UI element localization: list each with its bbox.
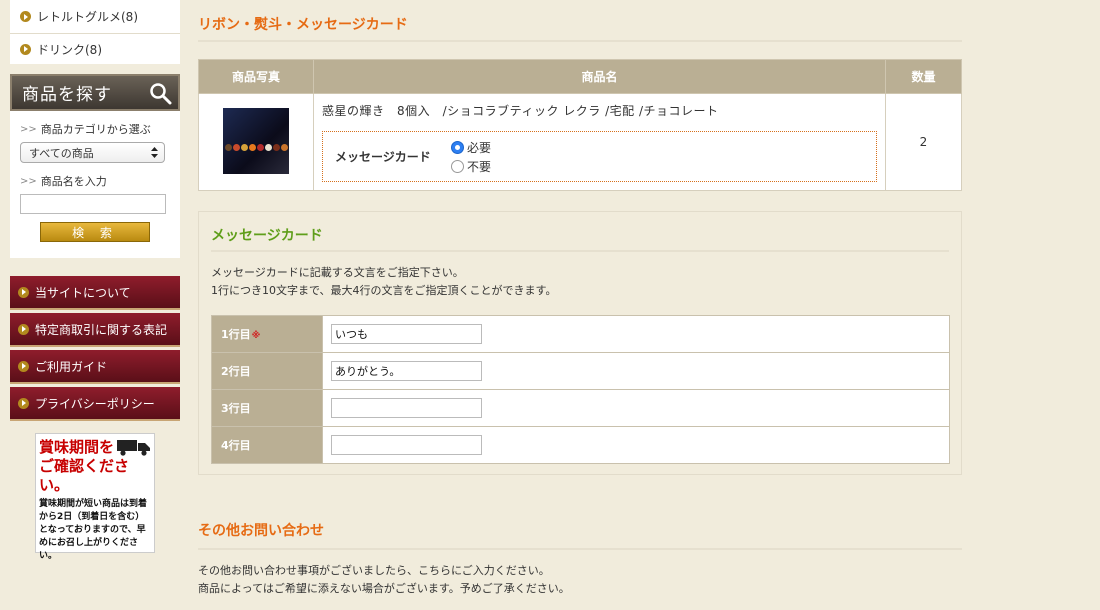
- nav-item-privacy[interactable]: プライバシーポリシー: [10, 387, 180, 421]
- line-2-label: 2行目: [211, 352, 323, 390]
- line-2-cell: [322, 352, 950, 390]
- bullet-arrow-icon: [20, 11, 31, 22]
- line-1-label: 1行目※: [211, 315, 323, 353]
- required-mark: ※: [251, 331, 261, 341]
- product-photo-cell: [198, 93, 314, 191]
- table-row: 1行目※: [211, 315, 950, 353]
- bullet-arrow-icon: [18, 286, 29, 298]
- bullet-arrow-icon: [18, 323, 29, 335]
- message-lines-table: 1行目※ 2行目 3行目 4行目: [211, 315, 950, 464]
- category-select-label: >> 商品カテゴリから選ぶ: [20, 123, 151, 136]
- sidebar: レトルトグルメ(8) ドリンク(8) 商品を探す >> 商品カテゴリから選ぶ す…: [10, 0, 180, 561]
- product-table: 商品写真 商品名 数量 惑星の輝き 8個入 /ショコラブティック レクラ /宅配…: [198, 59, 962, 191]
- radio-option-not-required[interactable]: 不要: [451, 157, 491, 176]
- category-item-retort[interactable]: レトルトグルメ(8): [10, 0, 180, 34]
- line-4-cell: [322, 426, 950, 464]
- line-3-label: 3行目: [211, 389, 323, 427]
- bullet-arrow-icon: [18, 360, 29, 372]
- line-2-input[interactable]: [331, 361, 482, 381]
- line-3-input[interactable]: [331, 398, 482, 418]
- category-select[interactable]: すべての商品: [20, 142, 165, 163]
- table-row: 3行目: [211, 389, 950, 427]
- line-4-label: 4行目: [211, 426, 323, 464]
- double-chevron-icon: >>: [20, 175, 37, 187]
- col-header-qty: 数量: [885, 59, 962, 94]
- table-row: 惑星の輝き 8個入 /ショコラブティック レクラ /宅配 /チョコレート メッセ…: [198, 93, 962, 191]
- col-header-photo: 商品写真: [198, 59, 314, 94]
- search-body: >> 商品カテゴリから選ぶ すべての商品 >> 商品名を入力 検 索: [10, 111, 180, 258]
- search-button[interactable]: 検 索: [40, 222, 150, 242]
- category-label: ドリンク(8): [37, 42, 102, 57]
- col-header-name: 商品名: [313, 59, 886, 94]
- product-name-input[interactable]: [20, 194, 166, 214]
- message-card-panel: メッセージカード メッセージカードに記載する文言をご指定下さい。 1行につき10…: [198, 211, 962, 475]
- name-input-label: >> 商品名を入力: [20, 175, 107, 188]
- message-card-title: メッセージカード: [211, 212, 949, 252]
- select-arrows-icon: [151, 147, 158, 158]
- nav-item-guide[interactable]: ご利用ガイド: [10, 350, 180, 384]
- section-title: リボン・熨斗・メッセージカード: [198, 0, 962, 42]
- bullet-arrow-icon: [18, 397, 29, 409]
- magnifier-icon: [150, 82, 172, 104]
- radio-selected-icon[interactable]: [451, 140, 464, 154]
- info-nav-menu: 当サイトについて 特定商取引に関する表記 ご利用ガイド プライバシーポリシー: [10, 276, 180, 421]
- nav-item-about[interactable]: 当サイトについて: [10, 276, 180, 310]
- message-card-description: メッセージカードに記載する文言をご指定下さい。 1行につき10文字まで、最大4行…: [211, 266, 557, 297]
- product-name-cell: 惑星の輝き 8個入 /ショコラブティック レクラ /宅配 /チョコレート メッセ…: [313, 93, 886, 191]
- delivery-truck-icon: [117, 440, 150, 456]
- main-content: リボン・熨斗・メッセージカード 商品写真 商品名 数量 惑星の輝き 8個入 /シ…: [198, 0, 962, 598]
- line-4-input[interactable]: [331, 435, 482, 455]
- quantity-cell: 2: [885, 93, 962, 191]
- expiry-notice-banner[interactable]: 賞味期間を ご確認ください。 賞味期間が短い商品は到着から2日（到着日を含む）と…: [35, 433, 155, 561]
- table-header-row: 商品写真 商品名 数量: [198, 59, 962, 94]
- message-card-option-label: メッセージカード: [335, 150, 431, 164]
- bullet-arrow-icon: [20, 43, 31, 55]
- radio-unselected-icon[interactable]: [451, 159, 464, 173]
- product-name: 惑星の輝き 8個入 /ショコラブティック レクラ /宅配 /チョコレート: [322, 104, 719, 118]
- search-header: 商品を探す: [10, 74, 180, 111]
- table-row: 4行目: [211, 426, 950, 464]
- category-select-value: すべての商品: [29, 146, 94, 160]
- search-title: 商品を探す: [22, 85, 112, 105]
- line-1-cell: [322, 315, 950, 353]
- product-search-box: 商品を探す >> 商品カテゴリから選ぶ すべての商品 >> 商品名を入力 検 索: [10, 74, 180, 258]
- other-inquiry-description: その他お問い合わせ事項がございましたら、こちらにご入力ください。 商品によっては…: [198, 564, 570, 595]
- double-chevron-icon: >>: [20, 123, 37, 135]
- radio-option-required[interactable]: 必要: [451, 138, 491, 157]
- category-list: レトルトグルメ(8) ドリンク(8): [10, 0, 180, 64]
- message-card-radio-group: 必要 不要: [451, 138, 491, 176]
- notice-title-2: ご確認ください。: [39, 457, 130, 494]
- category-label: レトルトグルメ(8): [37, 10, 138, 24]
- product-photo[interactable]: [223, 108, 289, 174]
- line-1-input[interactable]: [331, 324, 482, 344]
- chocolate-dots: [225, 144, 288, 151]
- notice-body: 賞味期間が短い商品は到着から2日（到着日を含む）となっておりますので、早めにお召…: [39, 499, 148, 561]
- category-item-drink[interactable]: ドリンク(8): [10, 34, 180, 64]
- line-3-cell: [322, 389, 950, 427]
- other-inquiry-title: その他お問い合わせ: [198, 520, 962, 550]
- table-row: 2行目: [211, 352, 950, 390]
- nav-item-legal-notice[interactable]: 特定商取引に関する表記: [10, 313, 180, 347]
- message-card-option-box: メッセージカード 必要 不要: [322, 131, 877, 182]
